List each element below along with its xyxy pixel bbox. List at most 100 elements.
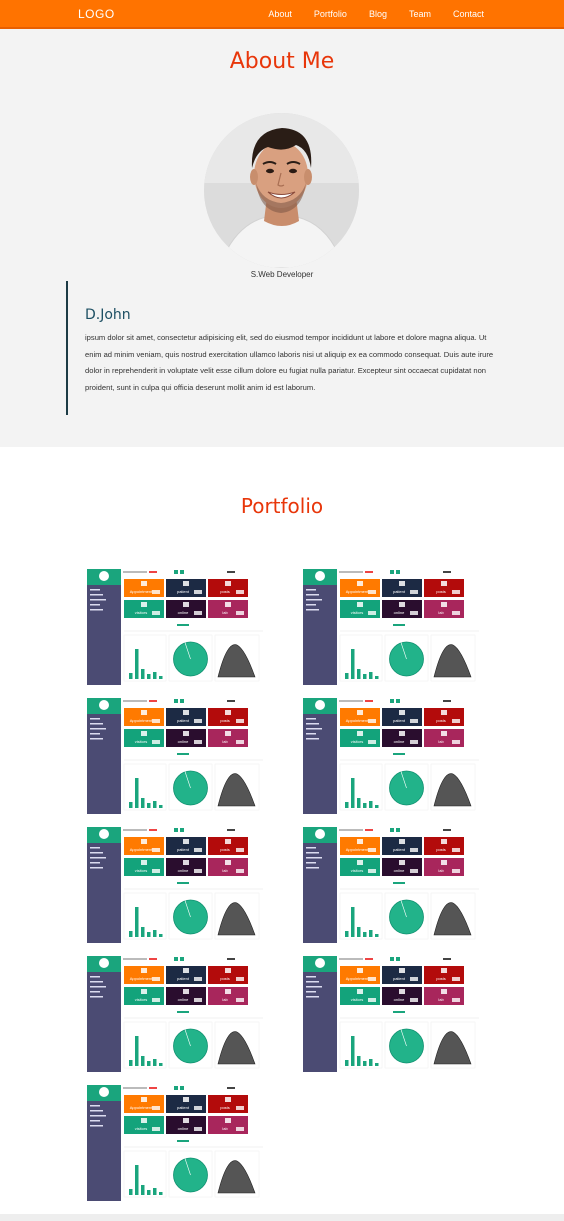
profile-name: D.John	[85, 307, 131, 323]
tile-counter	[368, 848, 376, 852]
user-avatar-icon	[99, 571, 109, 581]
nav-link-blog[interactable]: Blog	[369, 9, 387, 19]
portfolio-item[interactable]: Appointment patient posts visitors online lab	[87, 827, 263, 943]
mini-bar	[129, 802, 133, 808]
sidebar-menu-line	[90, 589, 100, 591]
tile-icon	[225, 839, 231, 844]
dashboard-screenshot: Appointment patient posts visitors online lab	[303, 569, 479, 685]
screenshot-link	[393, 753, 405, 755]
screenshot-link	[177, 1011, 189, 1013]
portfolio-item[interactable]: Appointment patient posts visitors online lab	[303, 569, 479, 685]
tile-label: online	[178, 610, 189, 615]
tile-label: lab	[438, 610, 444, 615]
about-section: About Me S.Web Developer D.John ipsum do…	[0, 29, 564, 447]
tile-icon	[225, 989, 231, 994]
mini-bar	[351, 778, 355, 808]
tile-counter	[236, 590, 244, 594]
screenshot-topbar-badge	[149, 829, 157, 831]
portfolio-item[interactable]: Appointment patient posts visitors online lab	[303, 827, 479, 943]
portfolio-item[interactable]: Appointment patient posts visitors online lab	[87, 956, 263, 1072]
mini-bar	[129, 1060, 133, 1066]
tile-counter	[152, 1106, 160, 1110]
screenshot-topbar-icon	[396, 828, 400, 832]
mini-bar	[357, 927, 361, 937]
mini-bar	[129, 931, 133, 937]
tile-counter	[410, 998, 418, 1002]
nav-link-about[interactable]: About	[268, 9, 292, 19]
user-avatar-icon	[99, 958, 109, 968]
tile-icon	[225, 968, 231, 973]
mini-bar	[375, 934, 379, 937]
mini-bar	[345, 931, 349, 937]
mini-bar	[369, 1059, 373, 1066]
tile-label: posts	[220, 1105, 230, 1110]
mini-bar	[135, 1036, 139, 1066]
tile-icon	[141, 968, 147, 973]
user-avatar-icon	[99, 700, 109, 710]
screenshot-topbar-text	[339, 829, 363, 831]
tile-counter	[452, 611, 460, 615]
tile-label: online	[178, 997, 189, 1002]
tile-counter	[368, 719, 376, 723]
tile-icon	[399, 839, 405, 844]
screenshot-topbar-icon	[227, 1087, 235, 1089]
tile-label: patient	[177, 718, 190, 723]
screenshot-topbar-icon	[227, 700, 235, 702]
tile-icon	[441, 710, 447, 715]
tile-icon	[183, 860, 189, 865]
tile-label: online	[394, 739, 405, 744]
tile-icon	[183, 710, 189, 715]
screenshot-topbar-badge	[365, 700, 373, 702]
sidebar-menu-line	[90, 728, 106, 730]
tile-icon	[441, 860, 447, 865]
screenshot-topbar-icon	[443, 829, 451, 831]
tile-icon	[399, 581, 405, 586]
tile-label: posts	[220, 589, 230, 594]
sidebar-menu-line	[306, 604, 316, 606]
portfolio-item[interactable]: Appointment patient posts visitors online lab	[87, 698, 263, 814]
tile-icon	[357, 839, 363, 844]
nav-link-team[interactable]: Team	[409, 9, 431, 19]
screenshot-topbar-text	[339, 958, 363, 960]
screenshot-topbar-icon	[443, 958, 451, 960]
mini-bar	[153, 1059, 157, 1066]
sidebar-menu-line	[306, 723, 319, 725]
tile-label: posts	[436, 589, 446, 594]
tile-label: patient	[393, 589, 406, 594]
mini-bar	[153, 801, 157, 808]
sidebar-menu-line	[90, 738, 103, 740]
tile-label: posts	[436, 718, 446, 723]
nav-link-portfolio[interactable]: Portfolio	[314, 9, 347, 19]
screenshot-topbar-badge	[149, 571, 157, 573]
mini-bar	[369, 672, 373, 679]
mini-bar	[357, 669, 361, 679]
tile-label: visitors	[135, 739, 147, 744]
sidebar-menu-line	[90, 1115, 106, 1117]
nav-link-contact[interactable]: Contact	[453, 9, 484, 19]
tile-counter	[452, 998, 460, 1002]
mini-bar	[363, 1061, 367, 1066]
tile-icon	[357, 581, 363, 586]
portfolio-item[interactable]: Appointment patient posts visitors online lab	[303, 698, 479, 814]
logo[interactable]: LOGO	[78, 7, 115, 21]
tile-label: Appointment	[346, 589, 369, 594]
screenshot-topbar-icon	[174, 957, 178, 961]
tile-label: visitors	[351, 997, 363, 1002]
tile-label: visitors	[135, 868, 147, 873]
screenshot-sidebar	[303, 569, 337, 685]
mini-bar	[357, 798, 361, 808]
screenshot-link	[177, 624, 189, 626]
mini-bar	[159, 934, 163, 937]
tile-counter	[194, 611, 202, 615]
tile-label: Appointment	[130, 1105, 153, 1110]
dashboard-screenshot: Appointment patient posts visitors online lab	[87, 698, 263, 814]
screenshot-topbar-text	[123, 958, 147, 960]
portfolio-item[interactable]: Appointment patient posts visitors online lab	[87, 1085, 263, 1201]
screenshot-topbar-icon	[174, 699, 178, 703]
mini-bar	[159, 1192, 163, 1195]
portfolio-item[interactable]: Appointment patient posts visitors online lab	[87, 569, 263, 685]
screenshot-topbar-icon	[390, 957, 394, 961]
portfolio-item[interactable]: Appointment patient posts visitors online lab	[303, 956, 479, 1072]
sidebar-menu-line	[306, 981, 319, 983]
screenshot-topbar-icon	[396, 570, 400, 574]
